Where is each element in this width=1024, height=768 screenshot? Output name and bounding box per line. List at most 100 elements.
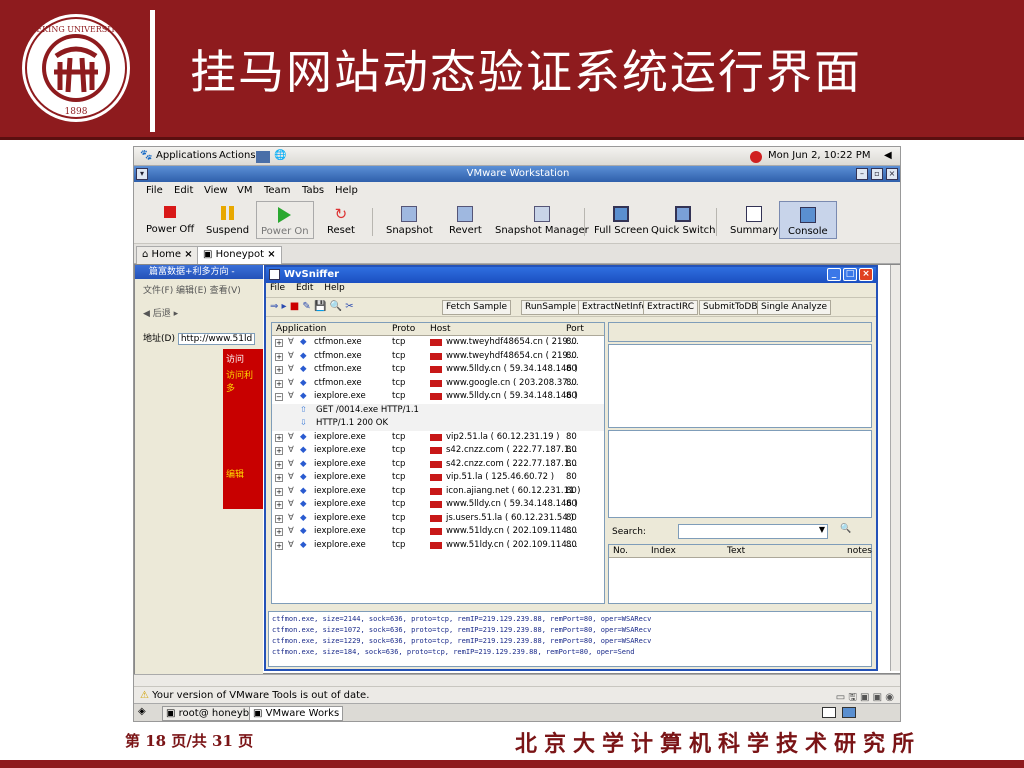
menu-tabs[interactable]: Tabs <box>302 185 324 196</box>
task-terminal[interactable]: ▣ root@ honeybot <box>162 706 264 721</box>
connection-row[interactable]: + ∀ ◆ ctfmon.exe tcp www.tweyhdf48654.cn ( 21… <box>272 350 604 364</box>
power-off-button[interactable]: Power Off <box>146 206 194 235</box>
search-icon[interactable]: 🔍 <box>840 524 851 534</box>
connection-row[interactable]: + ∀ ◆ iexplore.exe tcp www.5lldy.cn ( 59.34.1… <box>272 498 604 512</box>
expand-icon[interactable]: + <box>275 474 283 482</box>
minimize-icon[interactable]: _ <box>827 268 841 281</box>
connection-row[interactable]: + ∀ ◆ iexplore.exe tcp s42.cnzz.com ( 222.77.… <box>272 444 604 458</box>
workspace-2[interactable] <box>842 707 856 718</box>
detail-pane-middle[interactable] <box>608 430 872 518</box>
browser-launcher-icon[interactable]: 🌐 <box>274 150 286 161</box>
volume-icon[interactable]: ◀ <box>884 150 892 161</box>
expand-icon[interactable]: + <box>275 433 283 442</box>
fetch-sample-button[interactable]: Fetch Sample <box>442 300 512 315</box>
chevron-down-icon[interactable]: ▼ <box>819 525 825 534</box>
expand-icon[interactable]: + <box>275 541 283 550</box>
panel-clock[interactable]: Mon Jun 2, 10:22 PM <box>768 150 870 161</box>
connection-row[interactable]: + ∀ ◆ iexplore.exe tcp www.51ldy.cn ( 202.109… <box>272 539 604 553</box>
task-vmware[interactable]: ▣ VMware Works <box>249 706 344 721</box>
detail-pane-top[interactable] <box>608 344 872 428</box>
menu-edit[interactable]: Edit <box>296 283 313 293</box>
connection-row[interactable]: + ∀ ◆ iexplore.exe tcp js.users.51.la ( 60.12… <box>272 512 604 526</box>
extract-netinfo-button[interactable]: ExtractNetInfo <box>578 300 652 315</box>
expand-icon[interactable]: − <box>275 393 283 401</box>
expand-icon[interactable]: + <box>275 379 283 388</box>
col-no[interactable]: No. <box>613 546 628 556</box>
col-port[interactable]: Port <box>566 324 584 334</box>
maximize-icon[interactable]: ▫ <box>871 168 883 180</box>
single-analyze-button[interactable]: Single Analyze <box>757 300 831 315</box>
col-host[interactable]: Host <box>430 324 451 334</box>
reset-button[interactable]: ↻ Reset <box>327 206 355 236</box>
summary-button[interactable]: Summary <box>730 206 778 236</box>
connection-row[interactable]: + ∀ ◆ iexplore.exe tcp www.51ldy.cn ( 202.109… <box>272 525 604 539</box>
guest-hscrollbar[interactable] <box>134 674 900 686</box>
col-text[interactable]: Text <box>727 546 745 556</box>
menu-file[interactable]: File <box>146 185 163 196</box>
maximize-icon[interactable]: □ <box>843 268 857 281</box>
menu-vm[interactable]: VM <box>237 185 252 196</box>
minimize-icon[interactable]: – <box>856 168 868 180</box>
http-request-row[interactable]: ⇧ GET /0014.exe HTTP/1.1 <box>272 403 604 417</box>
col-index[interactable]: Index <box>651 546 676 556</box>
window-menu-icon[interactable]: ▾ <box>136 168 148 180</box>
connection-tree[interactable]: Application Proto Host Port + ∀ ◆ ctfmon.ex… <box>271 322 605 604</box>
menu-help[interactable]: Help <box>324 283 345 293</box>
expand-icon[interactable]: + <box>275 501 283 509</box>
connection-row[interactable]: + ∀ ◆ iexplore.exe tcp vip.51.la ( 125.46.60.… <box>272 471 604 485</box>
revert-button[interactable]: Revert <box>449 206 482 236</box>
ie-menu[interactable]: 文件(F) 编辑(E) 查看(V) <box>135 283 263 296</box>
event-log[interactable]: ctfmon.exe, size=2144, sock=636, proto=t… <box>268 611 872 667</box>
col-proto[interactable]: Proto <box>392 324 415 334</box>
menu-view[interactable]: View <box>204 185 228 196</box>
connection-row[interactable]: + ∀ ◆ ctfmon.exe tcp www.5lldy.cn ( 59.34.148… <box>272 363 604 377</box>
applications-menu[interactable]: Applications <box>156 150 217 161</box>
connection-row[interactable]: − ∀ ◆ iexplore.exe tcp www.5lldy.cn ( 59.34.1… <box>272 390 604 404</box>
menu-edit[interactable]: Edit <box>174 185 193 196</box>
connection-row[interactable]: + ∀ ◆ ctfmon.exe tcp www.tweyhdf48654.cn ( 21… <box>272 336 604 350</box>
terminal-launcher-icon[interactable] <box>256 151 270 163</box>
run-sample-button[interactable]: RunSample <box>521 300 581 315</box>
connection-row[interactable]: + ∀ ◆ iexplore.exe tcp icon.ajiang.net ( 60.1… <box>272 485 604 499</box>
expand-icon[interactable]: + <box>275 352 283 361</box>
connection-row[interactable]: + ∀ ◆ ctfmon.exe tcp www.google.cn ( 203.208.… <box>272 377 604 391</box>
extract-irc-button[interactable]: ExtractIRC <box>643 300 698 315</box>
expand-icon[interactable]: + <box>275 460 283 469</box>
menu-team[interactable]: Team <box>264 185 290 196</box>
expand-icon[interactable]: + <box>275 339 283 347</box>
suspend-button[interactable]: Suspend <box>206 206 249 236</box>
connection-row[interactable]: + ∀ ◆ iexplore.exe tcp s42.cnzz.com ( 222.77.… <box>272 458 604 472</box>
menu-file[interactable]: File <box>270 283 285 293</box>
search-input[interactable]: ▼ <box>678 524 828 539</box>
connection-row[interactable]: + ∀ ◆ iexplore.exe tcp vip2.51.la ( 60.12.231… <box>272 431 604 445</box>
forward-icon[interactable]: ⇒ ▸ ■ ✎ 💾 🔍 ✂ <box>270 301 354 312</box>
actions-menu[interactable]: Actions <box>219 150 256 161</box>
col-application[interactable]: Application <box>276 324 326 334</box>
full-screen-button[interactable]: Full Screen <box>594 206 649 236</box>
expand-icon[interactable]: + <box>275 514 283 523</box>
snapshot-manager-button[interactable]: Snapshot Manager <box>495 206 589 236</box>
workspace-1[interactable] <box>822 707 836 718</box>
show-desktop-icon[interactable]: ◈ <box>138 706 146 717</box>
guest-scrollbar[interactable] <box>890 265 900 671</box>
close-icon[interactable]: × <box>859 268 873 281</box>
tools-warning-text[interactable]: Your version of VMware Tools is out of d… <box>152 690 369 701</box>
gnome-foot-icon[interactable]: 🐾 <box>140 150 152 161</box>
expand-icon[interactable]: + <box>275 366 283 374</box>
expand-icon[interactable]: + <box>275 528 283 536</box>
update-alert-icon[interactable] <box>750 151 762 163</box>
tab-honeypot[interactable]: ▣ Honeypot × <box>197 246 282 264</box>
close-icon[interactable]: × <box>886 168 898 180</box>
results-table[interactable]: No. Index Text notes <box>608 544 872 604</box>
power-on-button[interactable]: Power On <box>256 201 314 239</box>
guest-console[interactable]: 篇富数据+利多方向 - 文件(F) 编辑(E) 查看(V) ◀ 后退 ▸ 地址(… <box>134 264 900 675</box>
close-tab-icon[interactable]: × <box>184 249 192 260</box>
ie-back-button[interactable]: ◀ 后退 ▸ <box>135 306 263 319</box>
quick-switch-button[interactable]: Quick Switch <box>651 206 716 236</box>
console-button[interactable]: Console <box>779 201 837 239</box>
ie-address-bar[interactable]: 地址(D) http://www.51ld <box>135 331 263 345</box>
http-request-row[interactable]: ⇩ HTTP/1.1 200 OK <box>272 417 604 431</box>
snapshot-button[interactable]: Snapshot <box>386 206 433 236</box>
close-tab-icon[interactable]: × <box>267 249 275 260</box>
expand-icon[interactable]: + <box>275 487 283 496</box>
